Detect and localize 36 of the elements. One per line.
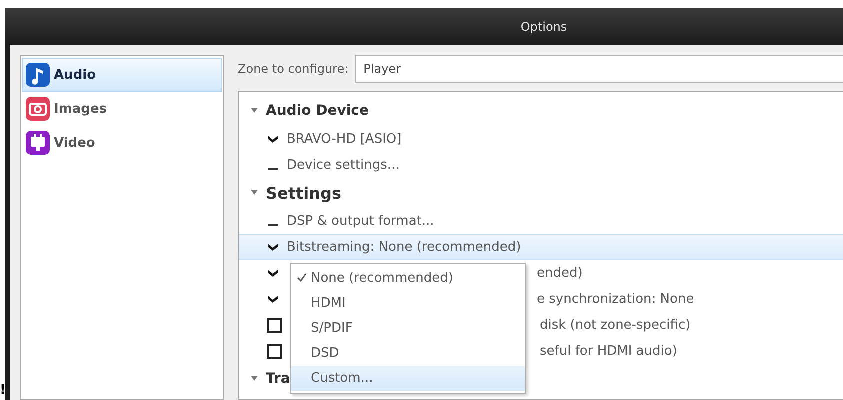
category-item[interactable]: Audio (22, 58, 222, 92)
dash-icon (268, 168, 278, 170)
corner-mark: ! (0, 383, 6, 398)
collapse-triangle-icon[interactable] (251, 376, 258, 382)
collapse-triangle-icon[interactable] (251, 190, 258, 196)
category-item[interactable]: Video (22, 126, 222, 160)
menu-item[interactable]: S/PDIF (291, 316, 525, 341)
collapse-triangle-icon[interactable] (251, 108, 258, 114)
category-item[interactable]: Images (22, 92, 222, 126)
setting-row[interactable]: BRAVO-HD [ASIO] (239, 126, 843, 152)
setting-text: disk (not zone-specific) (540, 318, 691, 332)
checkbox[interactable] (267, 318, 282, 332)
window-title: Options (520, 20, 568, 34)
setting-text: ended) (537, 266, 583, 280)
setting-row[interactable]: Bitstreaming: None (recommended) (239, 234, 843, 260)
checkbox[interactable] (267, 344, 282, 358)
chevron-down-icon (267, 242, 279, 252)
section-header: Audio Device (266, 103, 369, 119)
setting-text: seful for HDMI audio) (540, 344, 678, 358)
chevron-down-icon (267, 268, 279, 278)
camera-icon (26, 97, 50, 121)
menu-item[interactable]: HDMI (291, 291, 525, 316)
menu-item[interactable]: Custom... (291, 366, 525, 391)
zone-label: Zone to configure: (238, 62, 349, 76)
chevron-down-icon (267, 134, 279, 144)
setting-row[interactable]: Device settings... (239, 152, 843, 178)
dash-icon (268, 224, 278, 226)
zone-field[interactable]: Player (354, 55, 843, 83)
chevron-down-icon (267, 294, 279, 304)
setting-text: e synchronization: None (537, 292, 694, 306)
section-header: Settings (266, 184, 342, 202)
music-note-icon (26, 63, 50, 87)
section-header: Tra (266, 371, 290, 387)
menu-item[interactable]: DSD (291, 341, 525, 366)
setting-row[interactable]: DSP & output format... (239, 208, 843, 234)
menu-item[interactable]: None (recommended) (291, 266, 525, 291)
